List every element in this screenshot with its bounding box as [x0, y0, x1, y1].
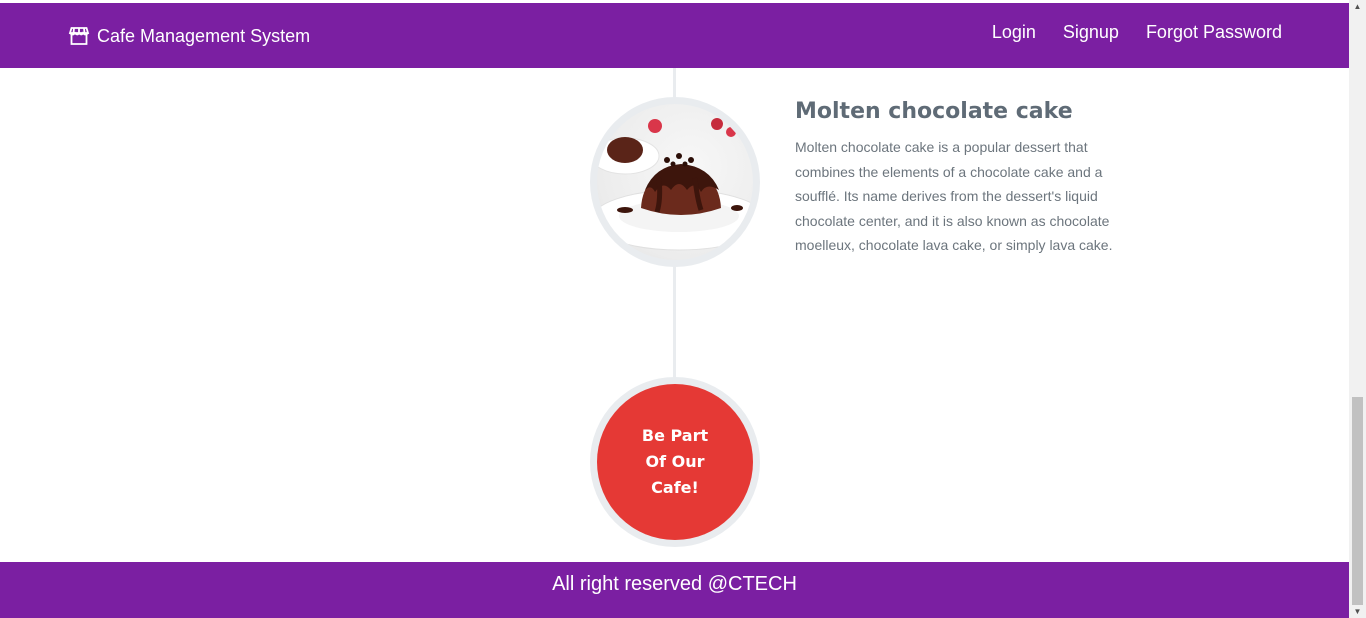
- scrollbar-thumb[interactable]: [1352, 397, 1363, 605]
- scroll-up-arrow-icon[interactable]: ▲: [1353, 2, 1362, 11]
- brand-link[interactable]: Cafe Management System: [68, 24, 310, 48]
- nav-links: Login Signup Forgot Password: [992, 22, 1282, 43]
- cta-line-3: Cafe!: [651, 478, 699, 497]
- nav-login-link[interactable]: Login: [992, 22, 1036, 43]
- footer-text: All right reserved @CTECH: [552, 573, 797, 595]
- timeline-image-frame: [590, 97, 760, 267]
- nav-forgot-password-link[interactable]: Forgot Password: [1146, 22, 1282, 43]
- be-part-of-our-cafe-button[interactable]: Be Part Of Our Cafe!: [590, 377, 760, 547]
- brand-title: Cafe Management System: [97, 25, 311, 46]
- item-description: Molten chocolate cake is a popular desse…: [795, 139, 1113, 253]
- page-scrollbar[interactable]: ▲ ▼: [1349, 0, 1366, 618]
- timeline-section: Molten chocolate cake Molten chocolate c…: [0, 68, 1349, 562]
- store-icon: [68, 26, 90, 46]
- scroll-down-arrow-icon[interactable]: ▼: [1353, 607, 1362, 616]
- cta-line-2: Of Our: [645, 452, 705, 471]
- item-title: Molten chocolate cake: [795, 99, 1073, 124]
- cta-inner-circle: Be Part Of Our Cafe!: [597, 384, 753, 540]
- footer: All right reserved @CTECH: [0, 562, 1349, 618]
- cta-line-1: Be Part: [641, 426, 709, 445]
- cta-text: Be Part Of Our Cafe!: [635, 423, 715, 501]
- navbar: Cafe Management System Login Signup Forg…: [0, 3, 1349, 68]
- nav-signup-link[interactable]: Signup: [1063, 22, 1119, 43]
- molten-chocolate-cake-image: [597, 104, 753, 260]
